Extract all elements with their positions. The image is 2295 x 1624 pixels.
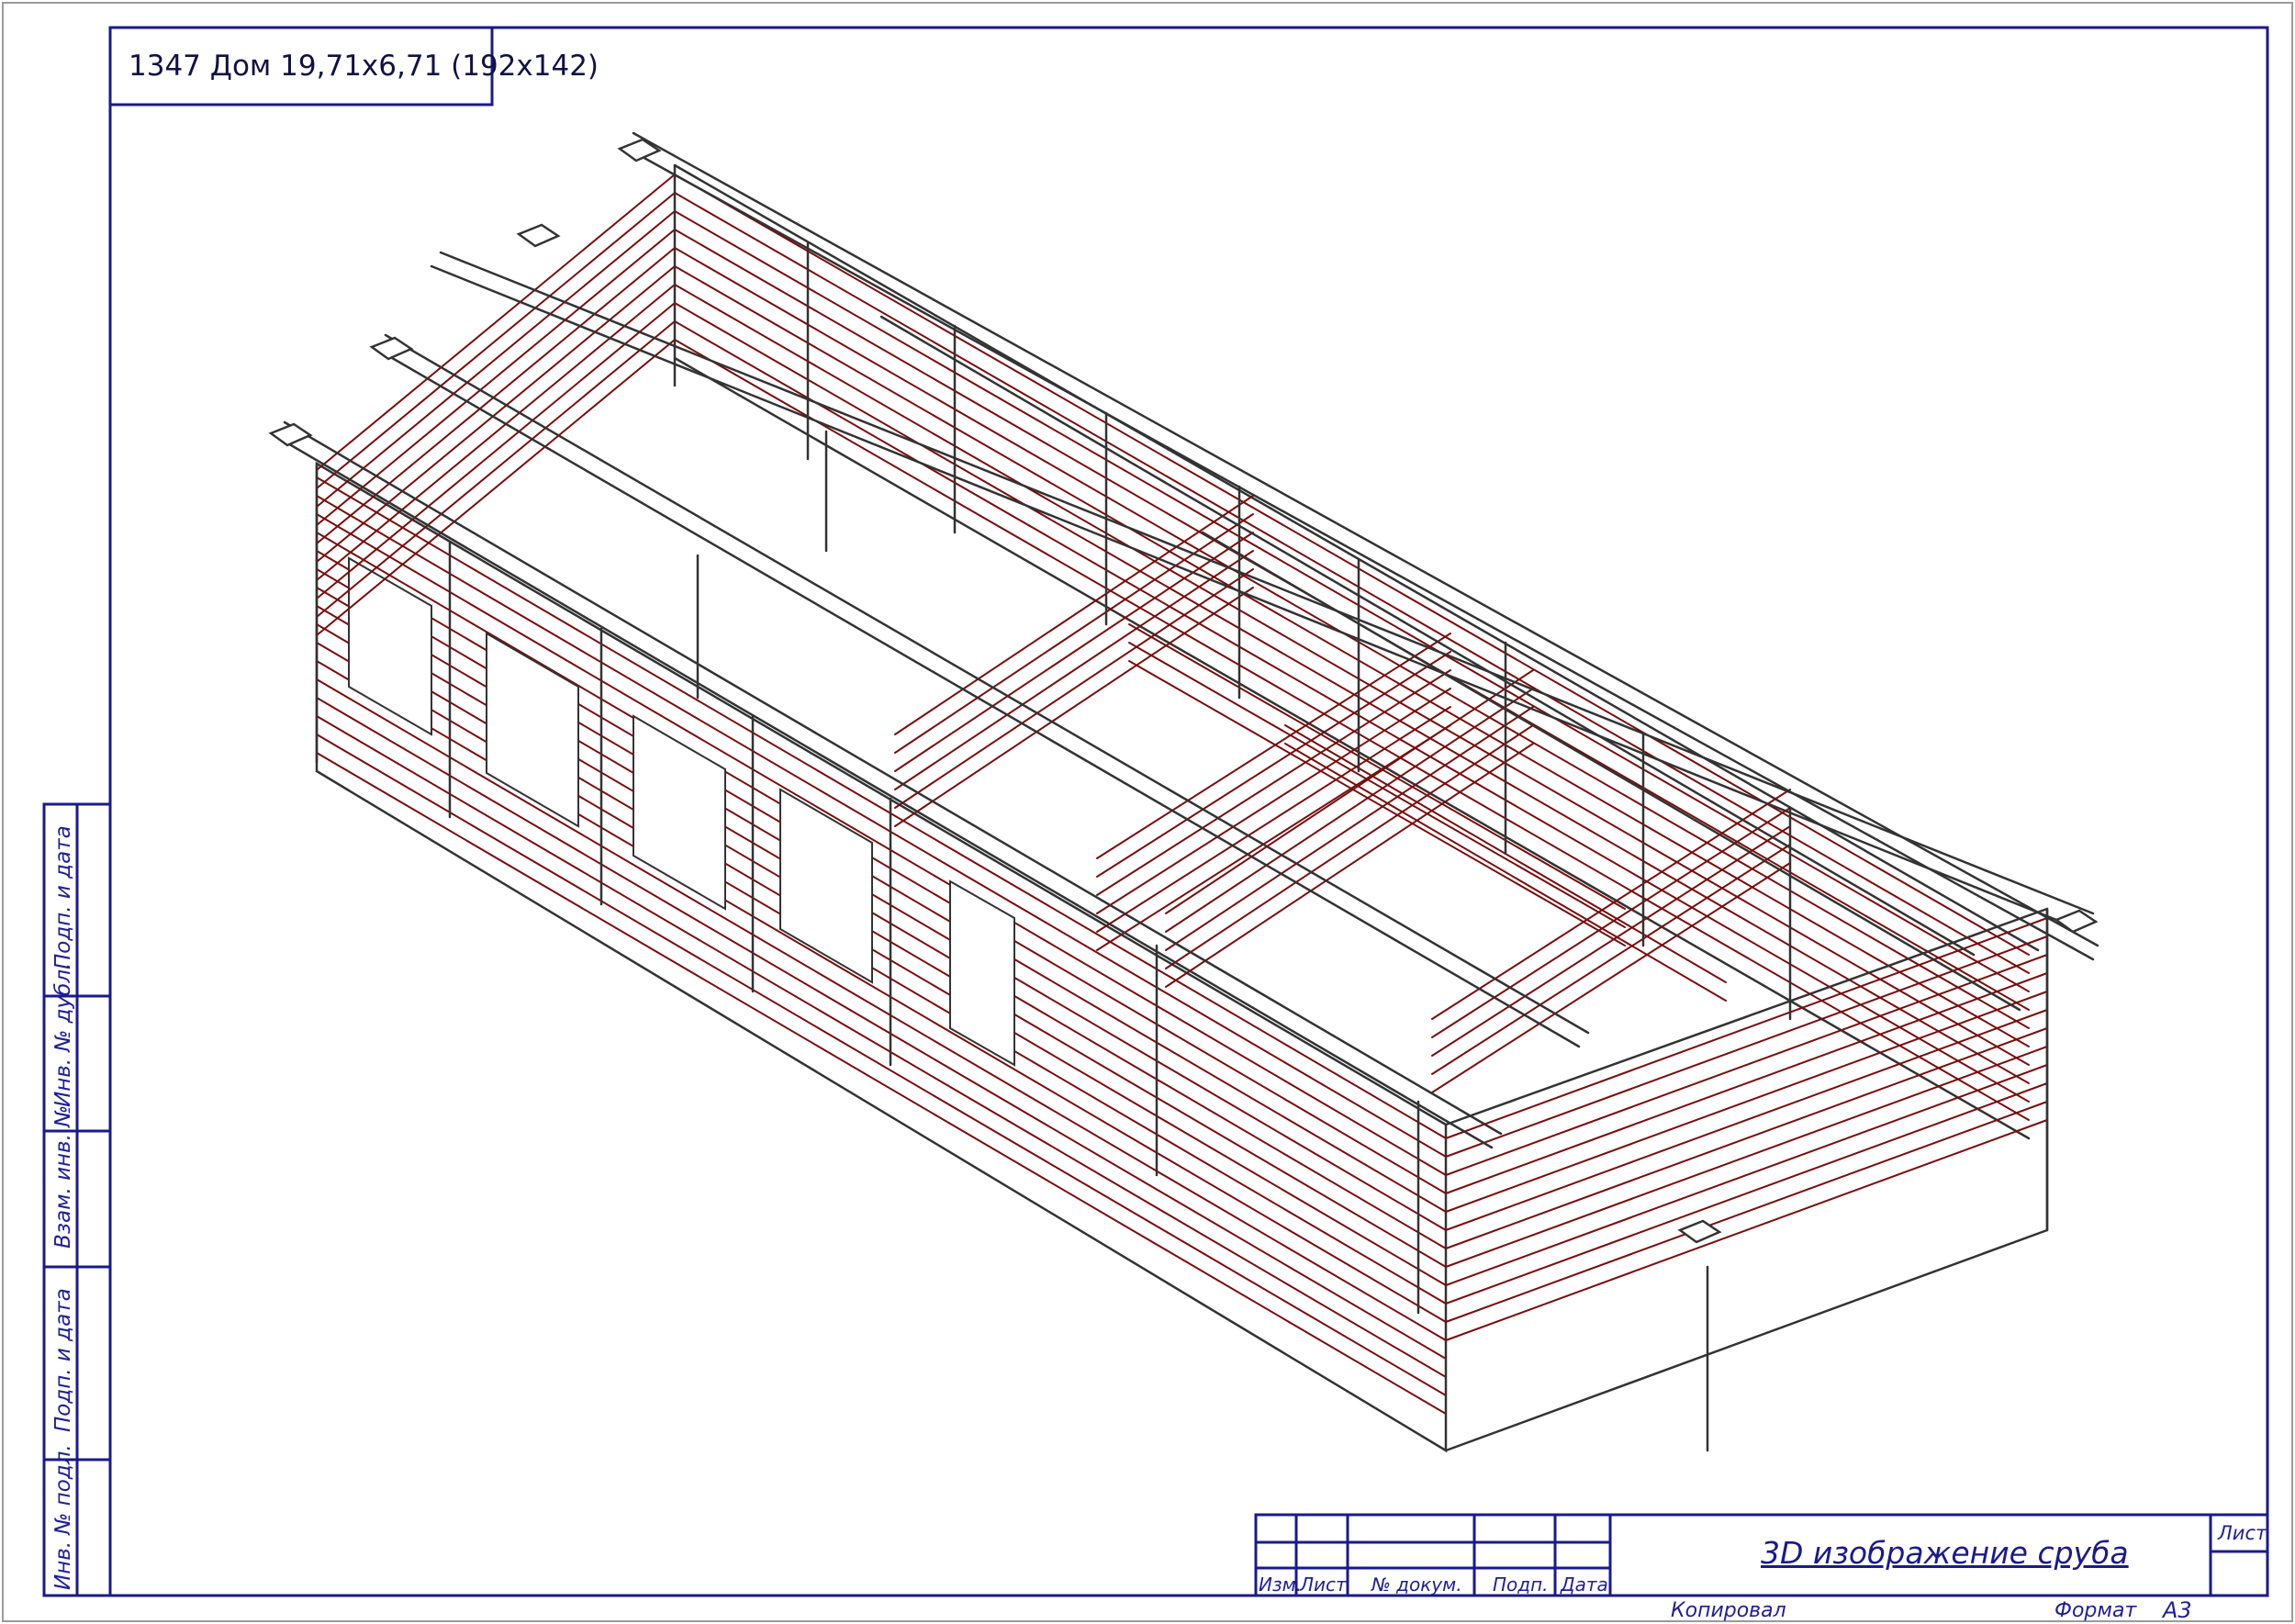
header-izm: Изм. bbox=[1259, 1574, 1303, 1596]
log-house-3d-model bbox=[268, 131, 2099, 1453]
header-date: Дата bbox=[1561, 1574, 1608, 1596]
stamp-label-3: Взам. инв. № bbox=[51, 1104, 75, 1249]
stamp-label-5: Инв. № подл. bbox=[51, 1444, 75, 1590]
format-value: А3 bbox=[2163, 1597, 2192, 1623]
header-signature: Подп. bbox=[1493, 1574, 1549, 1596]
outer-border bbox=[2, 2, 2293, 1622]
stamp-label-2: Инв. № дубл. bbox=[51, 962, 75, 1107]
header-list: Лист bbox=[1300, 1574, 1347, 1596]
stamp-label-1: Подп. и дата bbox=[51, 825, 75, 969]
format-label: Формат bbox=[2054, 1599, 2137, 1622]
header-doc-number: № докум. bbox=[1371, 1574, 1462, 1596]
copied-label: Копировал bbox=[1671, 1599, 1786, 1622]
stamp-label-4: Подп. и дата bbox=[51, 1288, 75, 1432]
sheet-number-label: Лист bbox=[2218, 1522, 2267, 1544]
sheet-title: 3D изображение сруба bbox=[1761, 1535, 2129, 1571]
drawing-title: 1347 Дом 19,71х6,71 (192х142) bbox=[129, 50, 599, 83]
right-wall-logs bbox=[1445, 917, 2048, 1341]
wall-faces bbox=[317, 470, 1446, 1445]
drawing-sheet bbox=[2, 2, 2293, 1622]
